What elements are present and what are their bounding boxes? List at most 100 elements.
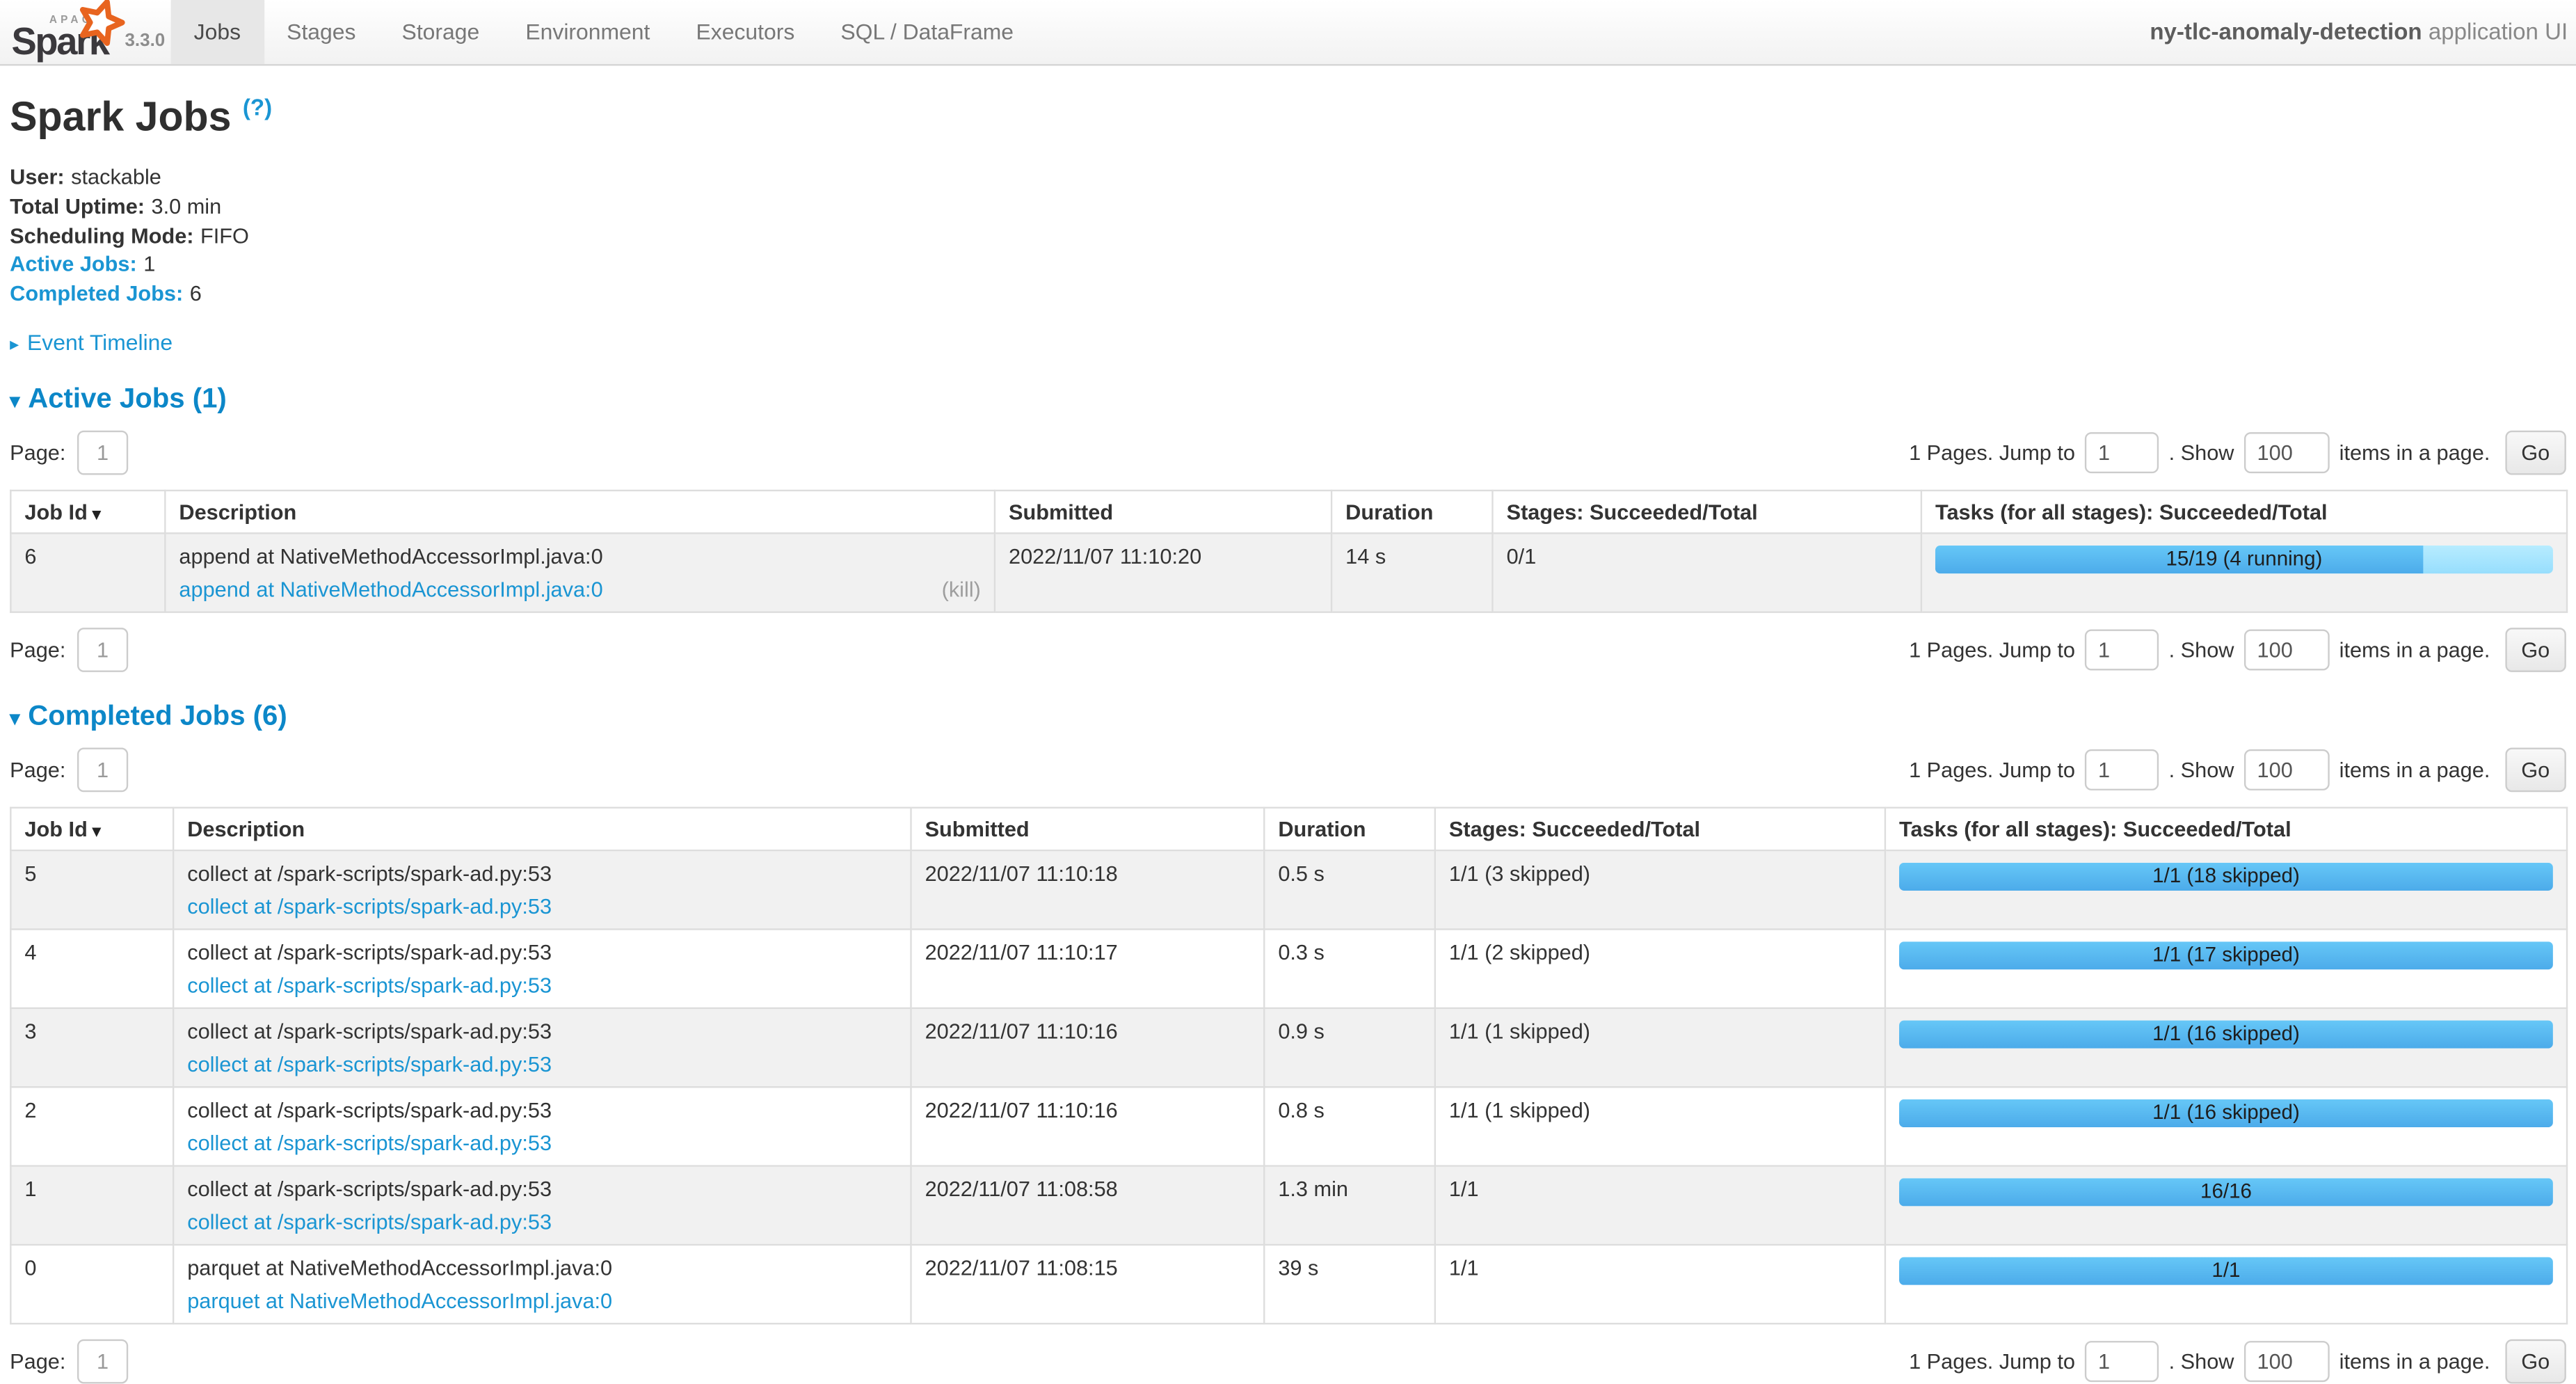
summary-uptime: Total Uptime:3.0 min [10,192,2566,221]
pagination-completed-top: Page: 1 Pages. Jump to . Show items in a… [10,748,2566,793]
tasks-progress-bar: 1/1 (18 skipped) [1899,864,2553,891]
job-description-link[interactable]: collect at /spark-scripts/spark-ad.py:53 [187,1131,552,1155]
job-description-link[interactable]: parquet at NativeMethodAccessorImpl.java… [187,1289,612,1313]
spark-jobs-page: APACHE Spark 3.3.0 Jobs Stages Storage E… [0,0,2576,1349]
tasks-cell: 1/1 [1885,1246,2567,1324]
items-text: items in a page. [2339,758,2490,782]
job-id-cell: 3 [10,1009,173,1088]
items-per-page-input[interactable] [2244,630,2330,671]
duration-cell: 39 s [1264,1246,1435,1324]
show-text: . Show [2169,441,2234,466]
progress-label: 1/1 (18 skipped) [1899,864,2553,891]
go-button[interactable]: Go [2505,431,2566,475]
show-text: . Show [2169,1350,2234,1374]
go-button[interactable]: Go [2505,748,2566,793]
job-description-line2: collect at /spark-scripts/spark-ad.py:53 [187,894,897,918]
tab-executors[interactable]: Executors [673,0,817,64]
pages-jump-text: 1 Pages. Jump to [1909,758,2075,782]
tab-storage[interactable]: Storage [378,0,502,64]
job-id-cell: 6 [10,534,165,612]
col-description[interactable]: Description [165,491,995,534]
event-timeline-label[interactable]: Event Timeline [27,331,173,355]
col-job-id[interactable]: Job Id▾ [10,808,173,850]
job-description-link[interactable]: collect at /spark-scripts/spark-ad.py:53 [187,1052,552,1076]
stages-cell: 1/1 (2 skipped) [1435,930,1885,1008]
col-duration[interactable]: Duration [1264,808,1435,850]
nav-tabs: Jobs Stages Storage Environment Executor… [171,0,1037,64]
job-id-cell: 5 [10,851,173,930]
tasks-cell: 16/16 [1885,1166,2567,1245]
active-job-row: 6 append at NativeMethodAccessorImpl.jav… [10,534,2567,612]
application-name: ny-tlc-anomaly-detection [2150,18,2422,45]
job-description-line2: append at NativeMethodAccessorImpl.java:… [179,578,980,602]
progress-label: 16/16 [1899,1179,2553,1207]
items-per-page-input[interactable] [2244,433,2330,474]
page-number-input[interactable] [77,1339,128,1384]
job-description-link[interactable]: collect at /spark-scripts/spark-ad.py:53 [187,973,552,998]
completed-job-row: 0 parquet at NativeMethodAccessorImpl.ja… [10,1246,2567,1324]
expanded-triangle-icon: ▾ [10,390,19,413]
active-jobs-link[interactable]: Active Jobs: [10,252,137,276]
items-per-page-input[interactable] [2244,1342,2330,1383]
jump-to-input[interactable] [2085,630,2159,671]
progress-label: 1/1 (16 skipped) [1899,1021,2553,1049]
jump-to-input[interactable] [2085,433,2159,474]
jump-to-input[interactable] [2085,1342,2159,1383]
pagination-active-top: Page: 1 Pages. Jump to . Show items in a… [10,431,2566,475]
completed-jobs-heading[interactable]: ▾Completed Jobs (6) [10,701,2566,733]
job-description-line2: collect at /spark-scripts/spark-ad.py:53 [187,1210,897,1234]
progress-label: 1/1 (16 skipped) [1899,1100,2553,1128]
tab-stages[interactable]: Stages [264,0,378,64]
col-tasks[interactable]: Tasks (for all stages): Succeeded/Total [1921,491,2567,534]
spark-logo[interactable]: APACHE Spark 3.3.0 [0,0,171,64]
page-number-input[interactable] [77,628,128,673]
completed-jobs-link[interactable]: Completed Jobs: [10,280,183,305]
page-number-input[interactable] [77,431,128,475]
completed-job-row: 3 collect at /spark-scripts/spark-ad.py:… [10,1009,2567,1088]
stages-cell: 0/1 [1493,534,1921,612]
tasks-cell: 1/1 (16 skipped) [1885,1009,2567,1088]
items-per-page-input[interactable] [2244,750,2330,791]
col-submitted[interactable]: Submitted [995,491,1331,534]
sort-desc-icon: ▾ [93,507,101,525]
job-description: collect at /spark-scripts/spark-ad.py:53 [187,941,897,965]
job-id-cell: 4 [10,930,173,1008]
active-jobs-table: Job Id▾ Description Submitted Duration S… [10,490,2568,613]
help-link[interactable]: (?) [243,94,272,120]
job-description: collect at /spark-scripts/spark-ad.py:53 [187,1019,897,1044]
event-timeline-toggle[interactable]: ▸Event Timeline [10,331,2566,355]
col-job-id[interactable]: Job Id▾ [10,491,165,534]
submitted-cell: 2022/11/07 11:10:20 [995,534,1331,612]
job-description: append at NativeMethodAccessorImpl.java:… [179,544,980,568]
page-number-input[interactable] [77,748,128,793]
kill-link[interactable]: (kill) [942,578,981,602]
job-description-link[interactable]: append at NativeMethodAccessorImpl.java:… [179,578,602,602]
col-stages[interactable]: Stages: Succeeded/Total [1493,491,1921,534]
description-cell: append at NativeMethodAccessorImpl.java:… [165,534,995,612]
job-description-link[interactable]: collect at /spark-scripts/spark-ad.py:53 [187,1210,552,1234]
jump-to-input[interactable] [2085,750,2159,791]
col-duration[interactable]: Duration [1331,491,1492,534]
col-stages[interactable]: Stages: Succeeded/Total [1435,808,1885,850]
active-jobs-heading[interactable]: ▾Active Jobs (1) [10,383,2566,416]
application-id: ny-tlc-anomaly-detection application UI [2150,0,2568,64]
spark-version: 3.3.0 [125,31,165,51]
items-text: items in a page. [2339,441,2490,466]
job-description-link[interactable]: collect at /spark-scripts/spark-ad.py:53 [187,894,552,918]
tab-jobs[interactable]: Jobs [171,0,264,64]
job-description: parquet at NativeMethodAccessorImpl.java… [187,1256,897,1280]
job-id-cell: 2 [10,1088,173,1166]
go-button[interactable]: Go [2505,628,2566,673]
tab-sql-dataframe[interactable]: SQL / DataFrame [817,0,1037,64]
col-submitted[interactable]: Submitted [911,808,1265,850]
completed-job-row: 1 collect at /spark-scripts/spark-ad.py:… [10,1166,2567,1245]
col-description[interactable]: Description [173,808,911,850]
pagination-completed-bottom: Page: 1 Pages. Jump to . Show items in a… [10,1339,2566,1384]
go-button[interactable]: Go [2505,1339,2566,1384]
tab-environment[interactable]: Environment [502,0,673,64]
pages-jump-text: 1 Pages. Jump to [1909,638,2075,662]
col-tasks[interactable]: Tasks (for all stages): Succeeded/Total [1885,808,2567,850]
tasks-cell: 1/1 (18 skipped) [1885,851,2567,930]
summary-list: User:stackable Total Uptime:3.0 min Sche… [10,164,2566,308]
duration-cell: 0.9 s [1264,1009,1435,1088]
